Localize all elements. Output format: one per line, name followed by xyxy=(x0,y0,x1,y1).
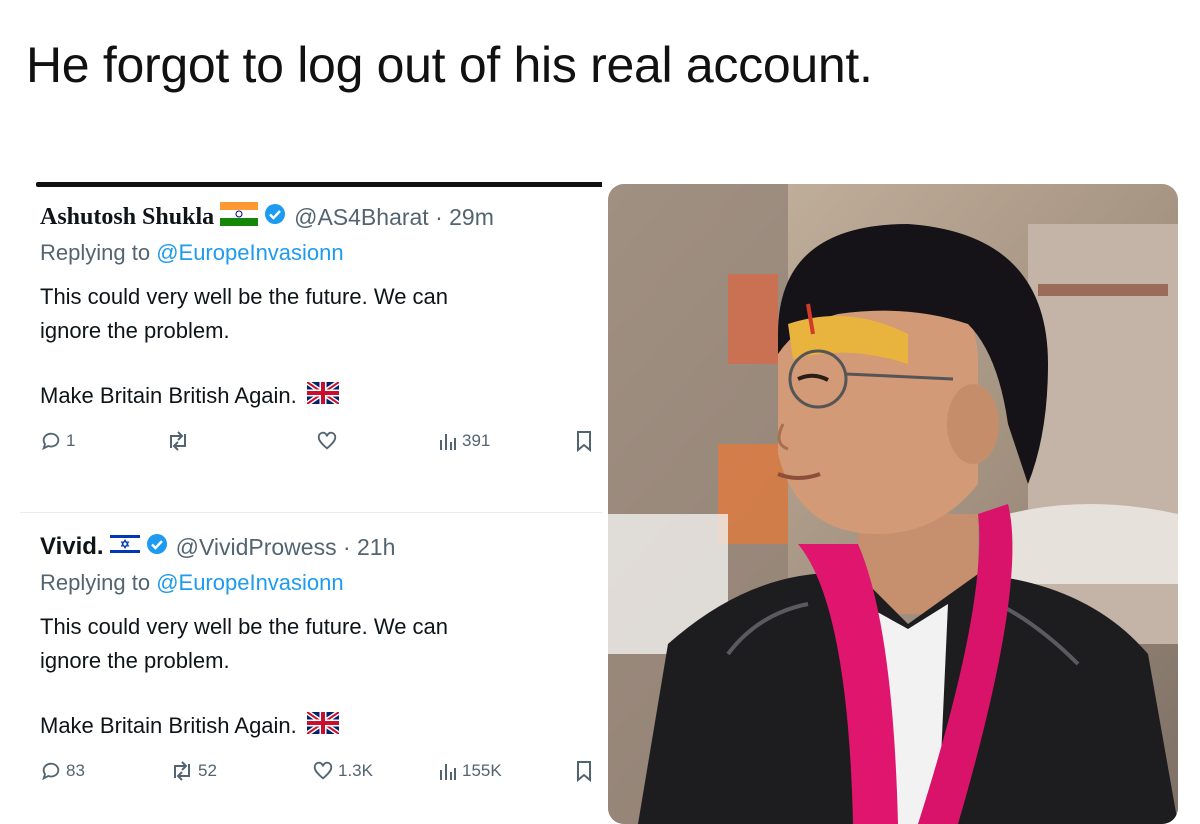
uk-flag-icon xyxy=(305,379,341,410)
heart-icon xyxy=(317,431,337,450)
views-button[interactable]: 155K xyxy=(438,760,502,782)
bookmark-icon xyxy=(577,761,591,782)
retweet-button[interactable] xyxy=(166,430,194,452)
tweet-text-line: Make Britain British Again. xyxy=(40,383,297,408)
india-flag-icon xyxy=(220,202,259,232)
replying-handle-link[interactable]: @EuropeInvasionn xyxy=(156,240,343,265)
retweet-count: 52 xyxy=(198,761,217,780)
bookmark-button[interactable] xyxy=(574,430,594,452)
retweet-icon xyxy=(174,761,190,781)
replying-to: Replying to @EuropeInvasionn xyxy=(40,570,602,602)
views-icon xyxy=(440,434,456,450)
views-count: 155K xyxy=(462,761,502,780)
reply-icon xyxy=(42,432,60,451)
tweet[interactable]: Vivid. @VividProwess · 21h Replying to @… xyxy=(40,530,602,796)
reply-icon xyxy=(42,762,60,781)
like-button[interactable]: 1.3K xyxy=(312,760,373,782)
verified-badge-icon xyxy=(264,203,286,231)
tweet[interactable]: Ashutosh Shukla @AS4Bharat · 29m Replyin… xyxy=(40,200,602,466)
retweet-icon xyxy=(170,431,186,451)
israel-flag-icon xyxy=(109,533,140,561)
replying-prefix: Replying to xyxy=(40,570,157,595)
tweet-header: Vivid. @VividProwess · 21h xyxy=(40,530,602,564)
like-button[interactable] xyxy=(316,430,342,452)
tweet-screenshot: Ashutosh Shukla @AS4Bharat · 29m Replyin… xyxy=(20,178,602,810)
tweet-text-line: ignore the problem. xyxy=(40,318,230,343)
reply-button[interactable]: 1 xyxy=(40,430,75,452)
views-count: 391 xyxy=(462,431,491,450)
handle-timestamp[interactable]: @AS4Bharat · 29m xyxy=(294,204,494,231)
views-icon xyxy=(440,764,456,780)
top-divider xyxy=(36,182,602,187)
reply-count: 83 xyxy=(66,761,85,780)
retweet-button[interactable]: 52 xyxy=(170,760,217,782)
headline: He forgot to log out of his real account… xyxy=(26,37,873,93)
handle-timestamp[interactable]: @VividProwess · 21h xyxy=(176,534,396,561)
replying-handle-link[interactable]: @EuropeInvasionn xyxy=(156,570,343,595)
uk-flag-icon xyxy=(305,709,341,740)
tweet-text-slogan: Make Britain British Again. xyxy=(40,379,602,410)
tweet-text-line: Make Britain British Again. xyxy=(40,713,297,738)
bookmark-button[interactable] xyxy=(574,760,594,782)
tweet-header: Ashutosh Shukla @AS4Bharat · 29m xyxy=(40,200,602,234)
man-in-street-photo xyxy=(608,184,1178,824)
tweet-text-line: This could very well be the future. We c… xyxy=(40,614,449,639)
tweet-text-line: This could very well be the future. We c… xyxy=(40,284,449,309)
display-name[interactable]: Vivid. xyxy=(40,533,104,561)
bookmark-icon xyxy=(577,431,591,452)
reply-button[interactable]: 83 xyxy=(40,760,85,782)
display-name[interactable]: Ashutosh Shukla xyxy=(40,204,214,231)
replying-to: Replying to @EuropeInvasionn xyxy=(40,240,602,272)
replying-prefix: Replying to xyxy=(40,240,157,265)
like-count: 1.3K xyxy=(338,761,373,780)
tweet-text-slogan: Make Britain British Again. xyxy=(40,709,602,740)
tweet-text: This could very well be the future. We c… xyxy=(40,610,602,678)
heart-icon xyxy=(313,761,333,780)
tweet-divider xyxy=(20,512,602,513)
views-button[interactable]: 391 xyxy=(438,430,490,452)
tweet-actions: 1 391 xyxy=(40,430,602,466)
tweet-text: This could very well be the future. We c… xyxy=(40,280,602,348)
tweet-text-line: ignore the problem. xyxy=(40,648,230,673)
verified-badge-icon xyxy=(146,533,168,561)
reply-count: 1 xyxy=(66,431,76,450)
profile-photo xyxy=(608,184,1178,824)
tweet-actions: 83 52 1.3K 155K xyxy=(40,760,602,796)
